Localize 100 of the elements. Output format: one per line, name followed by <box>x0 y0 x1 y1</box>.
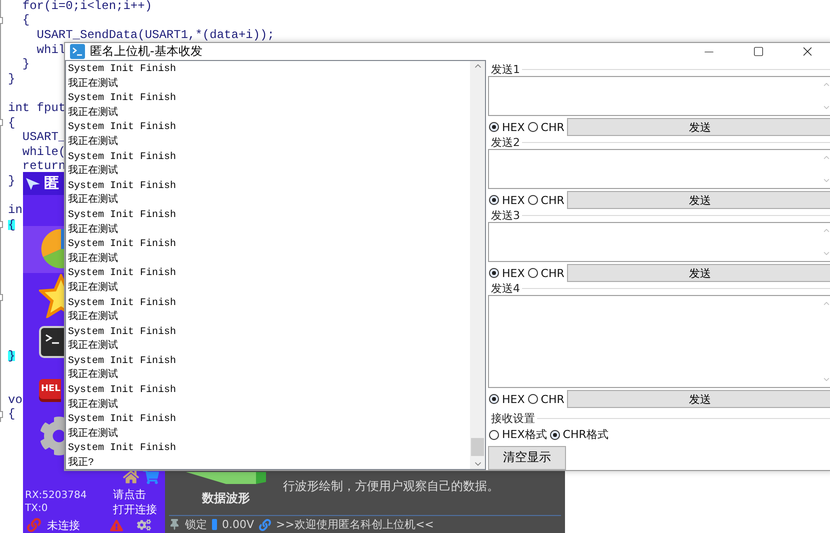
radio-label[interactable]: CHR <box>540 266 564 280</box>
scroll-down-icon[interactable] <box>822 103 830 112</box>
radio-button[interactable] <box>528 122 538 132</box>
star-icon[interactable] <box>39 274 64 318</box>
group-label: 发送3 <box>491 208 520 222</box>
send-input-field[interactable] <box>488 76 830 116</box>
code-line: return <box>21 161 66 172</box>
log-line: System Init Finish <box>68 442 176 456</box>
home-icon[interactable] <box>123 468 139 485</box>
voltage-reading: 0.00V <box>222 518 254 531</box>
radio-label[interactable]: CHR格式 <box>562 427 608 442</box>
radio-label[interactable]: CHR <box>540 392 564 406</box>
tx-count: TX:0 <box>25 502 49 515</box>
radio-label[interactable]: CHR <box>540 120 564 134</box>
radio-button[interactable] <box>528 268 538 278</box>
radio-button[interactable] <box>489 394 499 404</box>
log-line: System Init Finish <box>68 267 176 282</box>
log-line: System Init Finish <box>68 63 176 77</box>
log-line: System Init Finish <box>68 326 176 340</box>
send-input-field[interactable] <box>488 295 830 388</box>
code-line: int fput <box>8 102 66 113</box>
scroll-down-icon[interactable] <box>822 249 830 258</box>
send-input-field[interactable] <box>488 222 830 262</box>
terminal-icon[interactable] <box>39 326 64 358</box>
link-icon <box>27 518 41 532</box>
connect-prompt[interactable]: 请点击 <box>113 486 157 502</box>
log-line: System Init Finish <box>68 238 176 252</box>
scroll-thumb[interactable] <box>471 438 484 456</box>
chart-block-icon[interactable] <box>186 472 266 484</box>
code-line: in <box>8 205 22 216</box>
log-line: 我正在测试 <box>68 194 118 208</box>
log-line: 我正在测试 <box>68 224 118 238</box>
log-line: System Init Finish <box>68 150 176 164</box>
rx-count: RX:5203784 <box>25 488 87 502</box>
connect-prompt[interactable]: 打开连接 <box>113 502 157 517</box>
scroll-up-icon[interactable] <box>822 80 830 89</box>
scroll-down-icon[interactable] <box>822 375 830 384</box>
log-line: 我正在测试 <box>68 369 118 384</box>
log-line: System Init Finish <box>68 354 176 368</box>
radio-button[interactable] <box>489 195 499 205</box>
radio-label[interactable]: HEX <box>502 392 525 406</box>
connection-status: 未连接 <box>47 518 80 533</box>
log-line: 我正在测试 <box>68 311 118 326</box>
send-button[interactable]: 发送 <box>567 118 830 136</box>
pin-icon <box>169 519 180 530</box>
log-line: 我正在测试 <box>68 78 118 92</box>
radio-label[interactable]: HEX格式 <box>502 427 547 442</box>
cart-icon[interactable] <box>143 468 159 485</box>
group-label: 接收设置 <box>491 410 535 426</box>
scroll-up-icon[interactable] <box>822 153 830 162</box>
radio-label[interactable]: HEX <box>502 120 525 134</box>
code-line: { <box>8 409 16 420</box>
radio-button[interactable] <box>489 268 499 278</box>
log-line: 我正在测试 <box>68 428 118 442</box>
clear-display-button[interactable]: 清空显示 <box>488 446 566 470</box>
radio-button[interactable] <box>550 430 560 440</box>
send-button[interactable]: 发送 <box>567 264 830 282</box>
log-line: System Init Finish <box>68 413 176 428</box>
settings-icon[interactable] <box>39 416 64 456</box>
code-line: vo <box>8 394 22 405</box>
pie-chart-icon[interactable] <box>39 227 64 272</box>
link-icon <box>259 518 272 530</box>
log-line: System Init Finish <box>68 121 176 136</box>
radio-label[interactable]: HEX <box>502 194 525 206</box>
send-button[interactable]: 发送 <box>567 191 830 209</box>
code-line: { <box>21 15 30 26</box>
group-label: 发送4 <box>491 280 520 296</box>
feature-description: 行波形绘制，方便用户观察自己的数据。 <box>283 478 499 495</box>
maximize-icon[interactable] <box>752 46 764 57</box>
nav-item[interactable]: HEL <box>23 366 64 412</box>
radio-label[interactable]: CHR <box>540 194 564 206</box>
radio-button[interactable] <box>528 195 538 205</box>
warning-icon <box>110 518 123 532</box>
log-line: 我正在测试 <box>68 106 118 121</box>
group-label: 发送1 <box>491 62 520 76</box>
window-title: 匿 <box>44 174 59 193</box>
send-button[interactable]: 发送 <box>567 390 830 408</box>
code-line: { <box>8 118 16 128</box>
scrollbar[interactable] <box>470 61 485 469</box>
help-icon[interactable]: HEL <box>39 379 62 400</box>
radio-label[interactable]: HEX <box>502 266 525 280</box>
window-title: 匿名上位机-基本收发 <box>90 43 204 60</box>
code-line: } <box>8 74 16 84</box>
log-line: 我正在测试 <box>68 398 118 413</box>
code-line: whil <box>36 44 66 55</box>
radio-button[interactable] <box>489 430 499 440</box>
radio-button[interactable] <box>528 394 538 404</box>
log-line: 我正在测试 <box>68 252 118 267</box>
scroll-down-icon[interactable] <box>822 176 830 185</box>
code-line: while( <box>21 146 66 157</box>
welcome-message: >>欢迎使用匿名科创上位机<< <box>276 517 434 532</box>
log-line: System Init Finish <box>68 296 176 310</box>
scroll-up-icon[interactable] <box>822 226 830 235</box>
send-input-field[interactable] <box>488 149 830 189</box>
code-line: } <box>8 176 16 186</box>
radio-button[interactable] <box>489 122 499 132</box>
paper-plane-icon <box>25 176 41 190</box>
scroll-up-icon[interactable] <box>822 299 830 308</box>
log-line: System Init Finish <box>68 180 176 194</box>
code-line: } <box>21 59 30 70</box>
